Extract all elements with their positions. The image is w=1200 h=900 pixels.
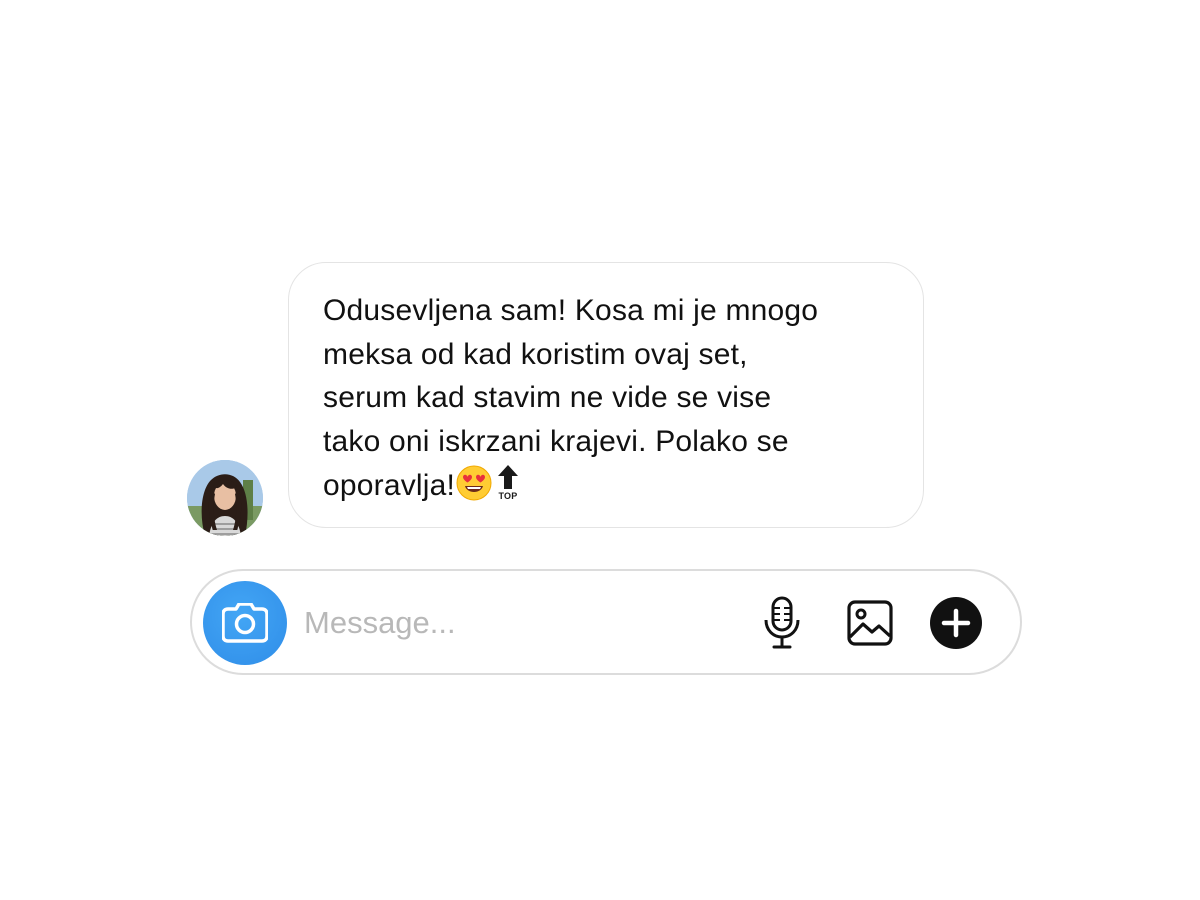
incoming-message-bubble[interactable]: Odusevljena sam! Kosa mi je mnogo meksa … (288, 262, 924, 528)
message-line-5: oporavlja! (323, 469, 456, 502)
message-line-4: tako oni iskrzani krajevi. Polako se (323, 424, 789, 458)
voice-message-button[interactable] (754, 595, 810, 651)
message-composer (190, 569, 1022, 675)
message-text: Odusevljena sam! Kosa mi je mnogo meksa … (323, 289, 903, 514)
sender-avatar[interactable] (187, 460, 263, 536)
plus-icon (930, 597, 982, 649)
microphone-icon (764, 596, 800, 649)
top-arrow-emoji: TOP (493, 463, 523, 514)
message-line-2: meksa od kad koristim ovaj set, (323, 337, 748, 371)
message-input[interactable] (304, 597, 724, 649)
camera-button[interactable] (203, 581, 287, 665)
more-options-button[interactable] (928, 595, 984, 651)
message-line-1: Odusevljena sam! Kosa mi je mnogo (323, 294, 819, 327)
image-icon (847, 600, 893, 646)
gallery-button[interactable] (842, 595, 898, 651)
heart-eyes-emoji (456, 465, 492, 514)
avatar-photo (187, 460, 263, 536)
top-emoji-caption: TOP (499, 491, 518, 501)
dm-conversation: Odusevljena sam! Kosa mi je mnogo meksa … (0, 0, 1200, 900)
message-line-3: serum kad stavim ne vide se vise (323, 381, 772, 414)
camera-icon (222, 603, 268, 643)
